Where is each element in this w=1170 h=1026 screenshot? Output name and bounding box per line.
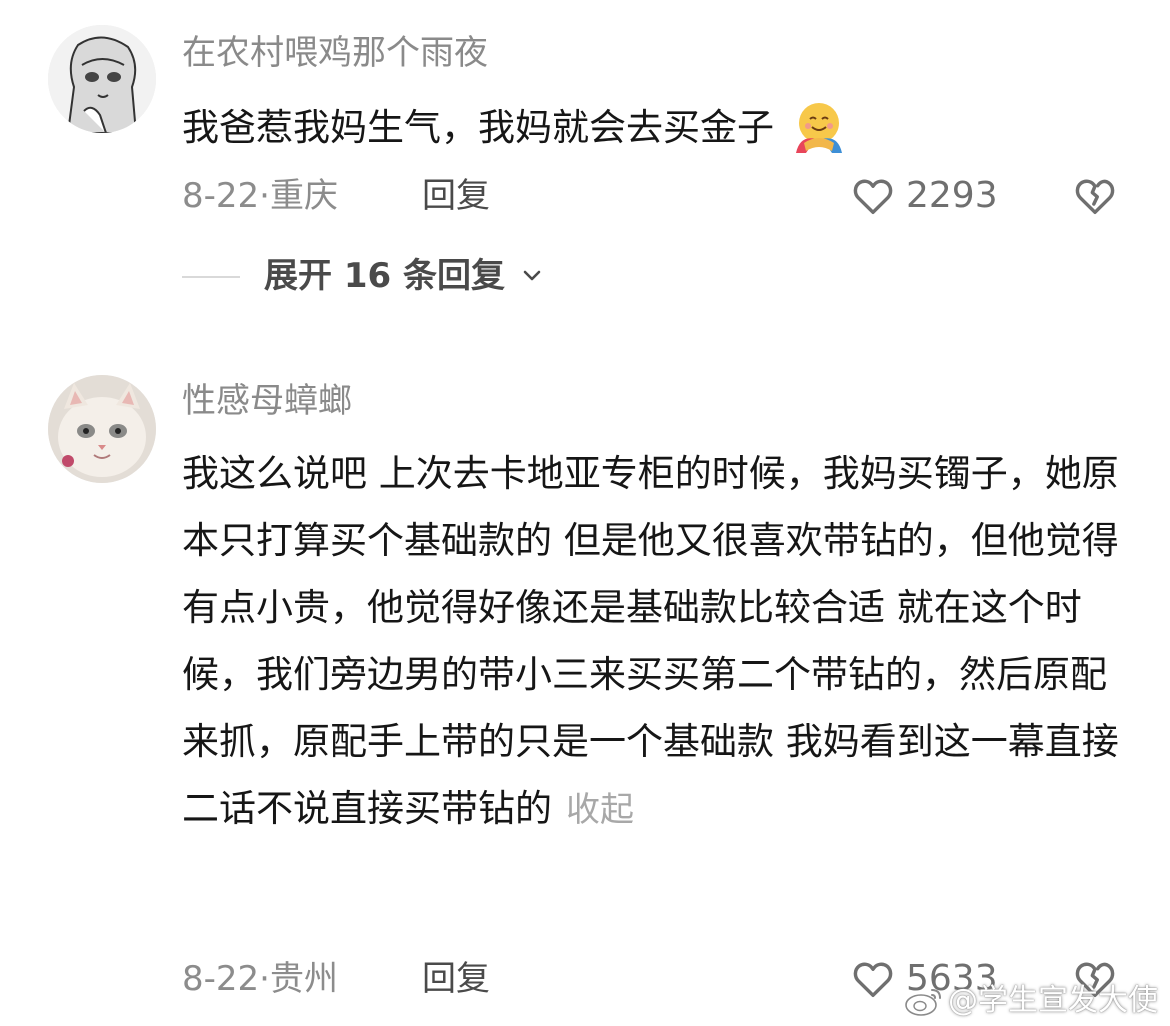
divider-line	[182, 276, 240, 278]
comment-meta: 8-22·贵州	[182, 962, 338, 996]
username[interactable]: 性感母蟑螂	[182, 384, 352, 418]
avatar[interactable]	[48, 25, 156, 133]
reply-button[interactable]: 回复	[422, 962, 490, 996]
expand-replies-button[interactable]: 展开 16 条回复	[264, 259, 543, 295]
username[interactable]: 在农村喂鸡那个雨夜	[182, 36, 488, 70]
heart-outline-icon[interactable]	[850, 173, 896, 219]
comment-text: 我这么说吧 上次去卡地亚专柜的时候，我妈买镯子，她原本只打算买个基础款的 但是他…	[182, 440, 1122, 844]
comment-date: 8-22	[182, 959, 260, 999]
chevron-down-icon	[521, 258, 543, 292]
reply-button[interactable]: 回复	[422, 179, 490, 213]
heart-outline-icon[interactable]	[850, 956, 896, 1002]
comment-location: 重庆	[269, 176, 338, 216]
expand-replies-label: 展开 16 条回复	[264, 256, 505, 296]
comment-meta: 8-22·重庆	[182, 179, 338, 213]
collapse-button[interactable]: 收起	[566, 790, 634, 830]
meta-separator: ·	[259, 959, 270, 999]
hugging-face-emoji	[792, 99, 846, 153]
broken-heart-icon[interactable]	[1072, 173, 1118, 219]
avatar[interactable]	[48, 375, 156, 483]
watermark-text: @学生宣发大使	[948, 983, 1158, 1018]
watermark: @学生宣发大使	[900, 982, 1170, 1022]
comment-location: 贵州	[269, 959, 338, 999]
comment-text-body: 我爸惹我妈生气，我妈就会去买金子	[182, 106, 774, 149]
meta-separator: ·	[259, 176, 270, 216]
comment-text: 我爸惹我妈生气，我妈就会去买金子	[182, 94, 846, 161]
like-count: 2293	[906, 175, 998, 216]
comment-date: 8-22	[182, 176, 260, 216]
weibo-logo-icon	[904, 984, 944, 1018]
comment-text-body: 我这么说吧 上次去卡地亚专柜的时候，我妈买镯子，她原本只打算买个基础款的 但是他…	[182, 452, 1119, 830]
